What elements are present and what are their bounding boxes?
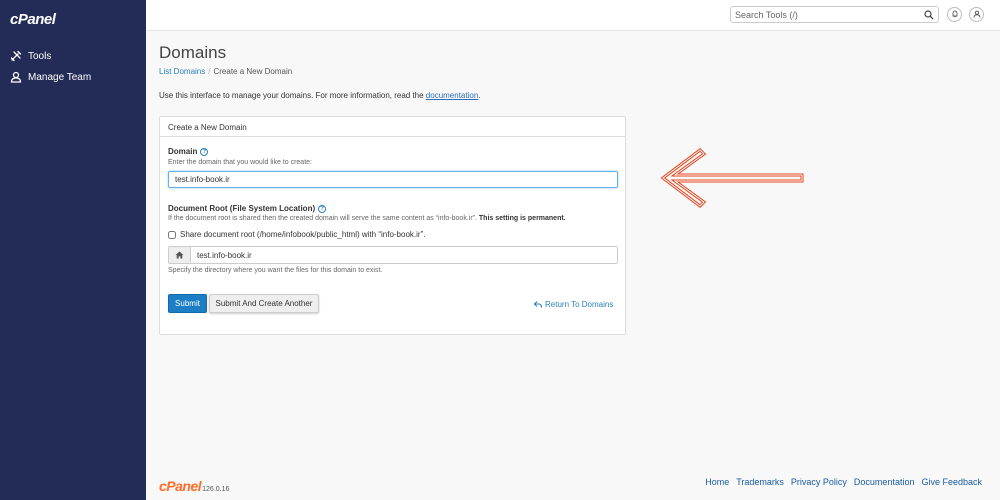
docroot-input-group [168, 246, 618, 264]
annotation-arrow-icon [660, 148, 804, 208]
domain-label-text: Domain [168, 147, 198, 156]
domain-field[interactable] [168, 171, 618, 188]
search-icon[interactable] [924, 10, 934, 20]
share-docroot-checkbox[interactable] [168, 230, 176, 239]
footer-link-give-feedback[interactable]: Give Feedback [921, 477, 982, 487]
panel-title: Create a New Domain [160, 117, 625, 137]
sidebar-item-manage-team[interactable]: Manage Team [10, 71, 91, 83]
sidebar: cPanel Tools Manage Team [0, 0, 146, 500]
tools-icon [10, 50, 22, 62]
sidebar-item-label: Manage Team [28, 71, 92, 83]
search-box[interactable] [730, 6, 939, 23]
intro-text: Use this interface to manage your domain… [159, 91, 481, 100]
version-label: 126.0.16 [202, 486, 230, 493]
cpanel-logo[interactable]: cPanel [10, 11, 56, 28]
user-menu-button[interactable] [969, 7, 984, 22]
share-docroot-label: Share document root (/home/infobook/publ… [180, 230, 426, 239]
footer-link-trademarks[interactable]: Trademarks [736, 477, 784, 487]
submit-and-create-another-button[interactable]: Submit And Create Another [209, 294, 319, 313]
help-icon[interactable]: ? [200, 147, 209, 156]
sidebar-item-label: Tools [28, 50, 52, 62]
domain-hint: Enter the domain that you would like to … [168, 159, 312, 166]
bell-icon [951, 10, 959, 20]
docroot-hint-text: If the document root is shared then the … [168, 215, 477, 222]
user-icon [973, 10, 981, 20]
docroot-field[interactable] [191, 247, 617, 263]
return-label: Return To Domains [545, 300, 614, 309]
breadcrumb-separator: / [208, 67, 211, 76]
share-docroot-row[interactable]: Share document root (/home/infobook/publ… [168, 230, 425, 239]
docroot-hint-bold: This setting is permanent. [478, 215, 566, 222]
topbar [146, 0, 1000, 31]
docroot-label-text: Document Root (File System Location) [168, 204, 316, 213]
footer-logo: cPanel 126.0.16 [159, 478, 229, 494]
breadcrumb-list-domains[interactable]: List Domains [159, 67, 205, 76]
page-title: Domains [159, 43, 227, 62]
help-icon[interactable]: ? [318, 204, 327, 213]
home-icon [169, 247, 191, 263]
search-input[interactable] [735, 8, 915, 21]
team-icon [10, 71, 22, 83]
footer-links: Home Trademarks Privacy Policy Documenta… [705, 477, 982, 487]
breadcrumb-current: Create a New Domain [213, 67, 293, 76]
footer-link-documentation[interactable]: Documentation [854, 477, 915, 487]
return-icon [534, 301, 542, 308]
intro-sentence: Use this interface to manage your domain… [159, 91, 426, 100]
docroot-help: Specify the directory where you want the… [168, 267, 383, 274]
sidebar-item-tools[interactable]: Tools [10, 50, 51, 62]
breadcrumb: List Domains / Create a New Domain [159, 67, 292, 76]
domain-label: Domain ? [168, 147, 209, 156]
footer-link-home[interactable]: Home [705, 477, 729, 487]
footer-brand[interactable]: cPanel [159, 478, 202, 494]
return-to-domains-link[interactable]: Return To Domains [534, 300, 613, 309]
create-domain-panel: Create a New Domain Domain ? Enter the d… [159, 116, 626, 335]
docroot-hint: If the document root is shared then the … [168, 215, 566, 222]
docroot-label: Document Root (File System Location) ? [168, 204, 327, 213]
intro-end: . [478, 91, 481, 100]
submit-button[interactable]: Submit [168, 294, 207, 313]
footer-link-privacy-policy[interactable]: Privacy Policy [791, 477, 847, 487]
notifications-button[interactable] [947, 7, 962, 22]
documentation-link[interactable]: documentation [426, 91, 478, 100]
